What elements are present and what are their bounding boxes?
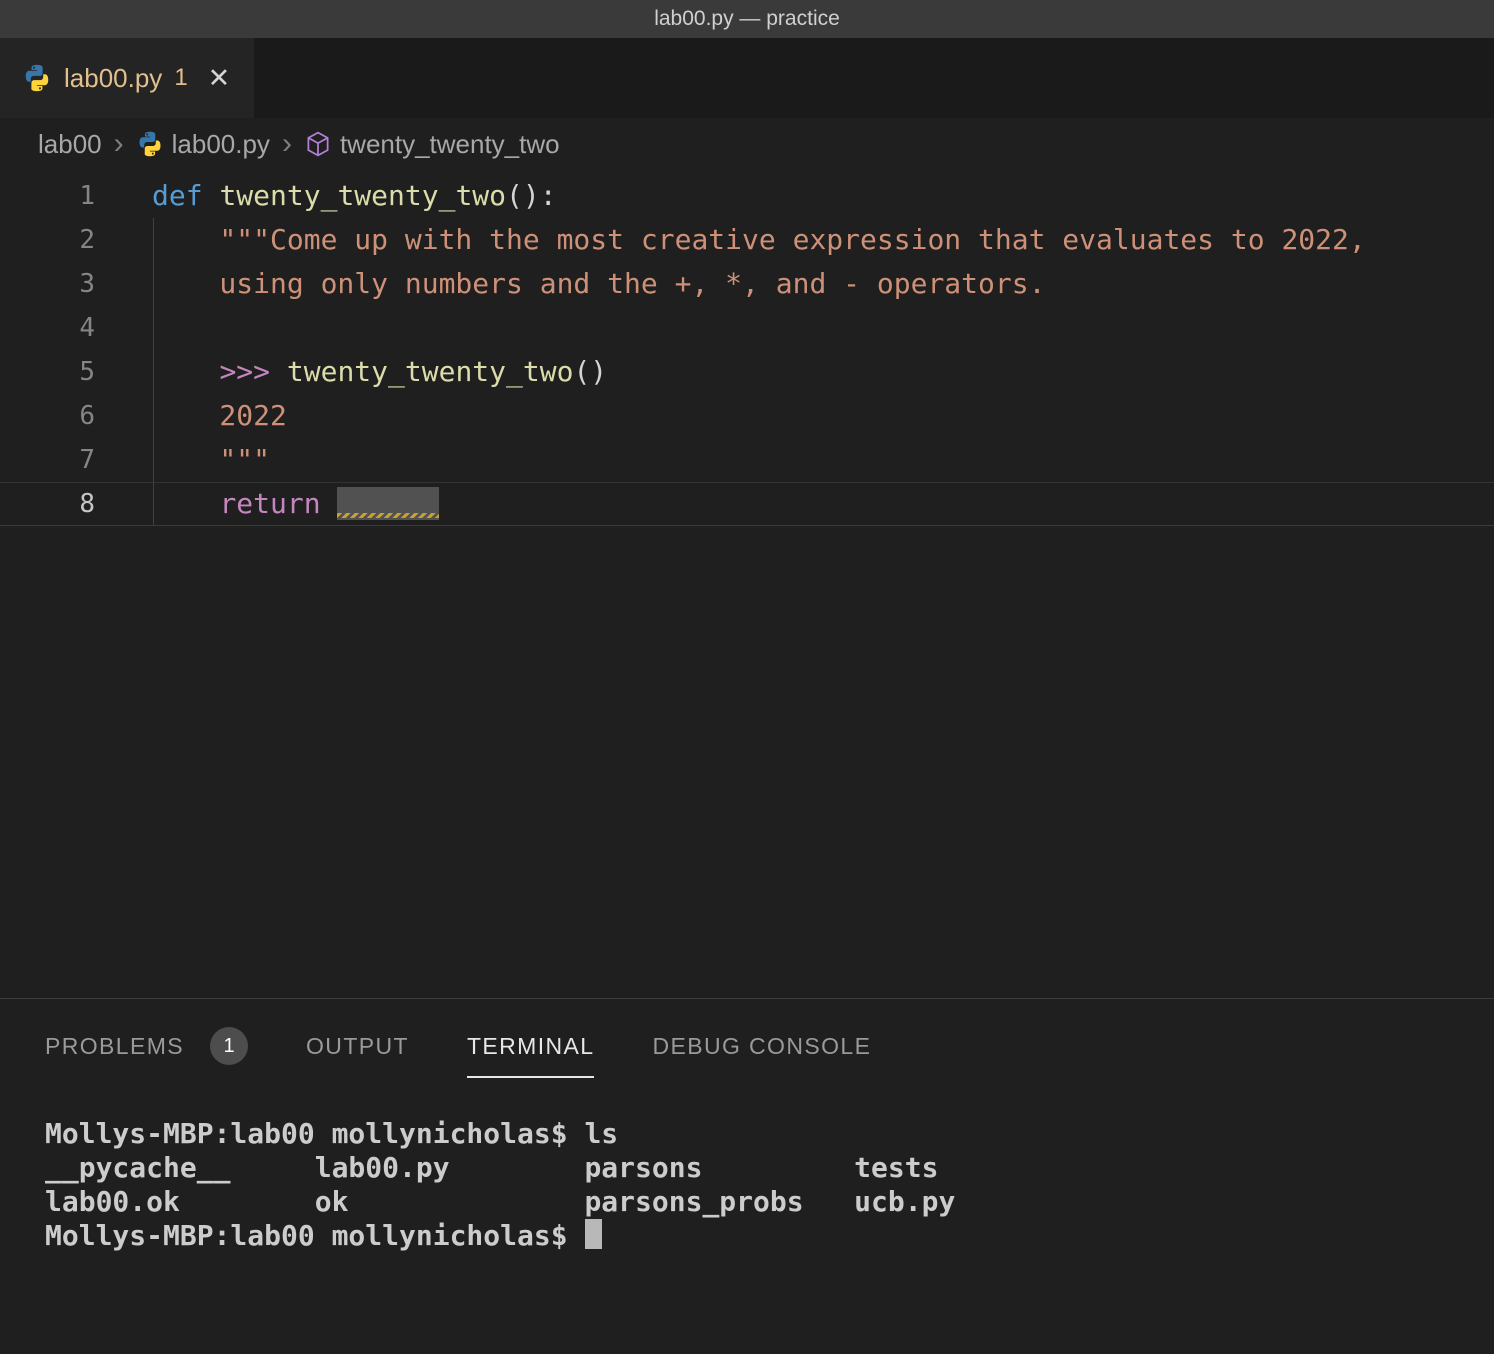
code-line-6[interactable]: 6 2022 <box>0 394 1494 438</box>
tab-bar: lab00.py 1 ✕ <box>0 38 1494 118</box>
code-line-8[interactable]: 8 return ______ <box>0 482 1494 526</box>
indent-guide <box>153 438 154 482</box>
bottom-panel: PROBLEMS 1 OUTPUT TERMINAL DEBUG CONSOLE Mol… <box>0 998 1494 1354</box>
terminal-text: lab00.ok ok parsons_probs ucb.py <box>45 1185 955 1218</box>
breadcrumb-folder[interactable]: lab00 <box>38 129 102 160</box>
code-token: """ <box>152 443 270 476</box>
close-icon[interactable]: ✕ <box>208 63 231 94</box>
terminal-text: __pycache__ lab00.py parsons tests <box>45 1151 938 1184</box>
breadcrumb: lab00 › lab00.py › twenty_twenty_two <box>0 118 1494 170</box>
breadcrumb-symbol[interactable]: twenty_twenty_two <box>340 129 560 160</box>
code-token <box>321 487 338 520</box>
indent-guide <box>153 350 154 394</box>
terminal-text: Mollys-MBP:lab00 mollynicholas$ <box>45 1219 584 1252</box>
line-number: 2 <box>0 218 95 262</box>
indent-guide <box>153 482 154 526</box>
indent-guide <box>153 306 154 350</box>
tab-problem-count: 1 <box>174 64 187 92</box>
python-icon <box>22 63 52 93</box>
terminal-line: Mollys-MBP:lab00 mollynicholas$ ls <box>45 1117 1494 1151</box>
selected-placeholder: ______ <box>337 487 438 520</box>
panel-tab-label: TERMINAL <box>467 1033 595 1060</box>
terminal-line: lab00.ok ok parsons_probs ucb.py <box>45 1185 1494 1219</box>
code-line-7[interactable]: 7 """ <box>0 438 1494 482</box>
line-number: 1 <box>0 174 95 218</box>
panel-tab-label: DEBUG CONSOLE <box>652 1033 871 1060</box>
chevron-right-icon: › <box>282 129 292 159</box>
code-token: def <box>152 179 203 212</box>
code-text: using only numbers and the +, *, and - o… <box>152 262 1045 306</box>
code-text: 2022 <box>152 394 287 438</box>
line-number: 3 <box>0 262 95 306</box>
code-text: """Come up with the most creative expres… <box>152 218 1366 262</box>
code-editor[interactable]: 1def twenty_twenty_two():2 """Come up wi… <box>0 170 1494 998</box>
code-token <box>270 355 287 388</box>
problems-count-badge: 1 <box>210 1027 248 1065</box>
terminal-line: Mollys-MBP:lab00 mollynicholas$ <box>45 1219 1494 1253</box>
code-token: twenty_twenty_two <box>287 355 574 388</box>
titlebar: lab00.py — practice <box>0 0 1494 38</box>
breadcrumb-file[interactable]: lab00.py <box>172 129 270 160</box>
code-token: """Come up with the most creative expres… <box>152 223 1366 256</box>
code-line-4[interactable]: 4 <box>0 306 1494 350</box>
python-icon <box>136 130 164 158</box>
code-token <box>203 179 220 212</box>
line-number: 5 <box>0 350 95 394</box>
code-line-1[interactable]: 1 def twenty_twenty_two(): <box>0 174 1494 218</box>
code-token: twenty_twenty_two <box>219 179 506 212</box>
chevron-right-icon: › <box>114 129 124 159</box>
panel-tab-bar: PROBLEMS 1 OUTPUT TERMINAL DEBUG CONSOLE <box>0 999 1494 1083</box>
code-token <box>152 355 219 388</box>
line-number: 7 <box>0 438 95 482</box>
panel-tab-debug-console[interactable]: DEBUG CONSOLE <box>652 1033 871 1078</box>
line-number: 6 <box>0 394 95 438</box>
tab-lab00py[interactable]: lab00.py 1 ✕ <box>0 38 254 118</box>
indent-guide <box>153 394 154 438</box>
code-text: return ______ <box>152 482 439 526</box>
code-token <box>152 487 219 520</box>
indent-guide <box>153 218 154 262</box>
terminal-text: Mollys-MBP:lab00 mollynicholas$ ls <box>45 1117 618 1150</box>
code-line-5[interactable]: 5 >>> twenty_twenty_two() <box>0 350 1494 394</box>
code-text: """ <box>152 438 270 482</box>
tab-label: lab00.py <box>64 63 162 94</box>
code-line-3[interactable]: 3 using only numbers and the +, *, and -… <box>0 262 1494 306</box>
terminal[interactable]: Mollys-MBP:lab00 mollynicholas$ ls__pyca… <box>0 1083 1494 1253</box>
panel-tab-problems[interactable]: PROBLEMS 1 <box>45 1027 248 1083</box>
panel-tab-label: PROBLEMS <box>45 1033 184 1060</box>
code-token: using only numbers and the +, *, and - o… <box>152 267 1045 300</box>
terminal-line: __pycache__ lab00.py parsons tests <box>45 1151 1494 1185</box>
code-token: >>> <box>219 355 270 388</box>
panel-tab-output[interactable]: OUTPUT <box>306 1033 409 1078</box>
code-lines: 1def twenty_twenty_two():2 """Come up wi… <box>0 174 1494 526</box>
code-token: return <box>219 487 320 520</box>
code-token: () <box>573 355 607 388</box>
panel-tab-label: OUTPUT <box>306 1033 409 1060</box>
window-title: lab00.py — practice <box>654 7 840 31</box>
line-number: 8 <box>0 482 95 526</box>
code-text: def twenty_twenty_two(): <box>152 174 557 218</box>
symbol-method-cube-icon <box>304 130 332 158</box>
code-text: >>> twenty_twenty_two() <box>152 350 607 394</box>
code-token: 2022 <box>152 399 287 432</box>
indent-guide <box>153 262 154 306</box>
line-number: 4 <box>0 306 95 350</box>
panel-tab-terminal[interactable]: TERMINAL <box>467 1033 595 1078</box>
vscode-window: lab00.py — practice lab00.py 1 ✕ lab00 ›… <box>0 0 1494 1354</box>
code-line-2[interactable]: 2 """Come up with the most creative expr… <box>0 218 1494 262</box>
terminal-cursor <box>585 1219 602 1249</box>
code-token: (): <box>506 179 557 212</box>
